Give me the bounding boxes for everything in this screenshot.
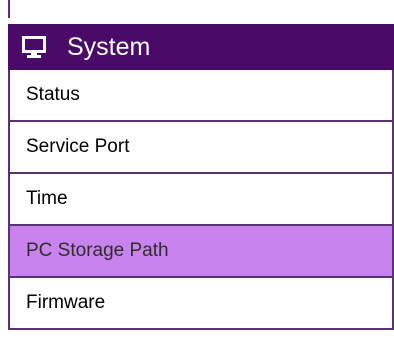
menu-item-status[interactable]: Status <box>10 70 392 122</box>
menu-item-firmware[interactable]: Firmware <box>10 278 392 330</box>
menu-item-service-port[interactable]: Service Port <box>10 122 392 174</box>
monitor-icon <box>22 35 46 59</box>
menu-list: Status Service Port Time PC Storage Path… <box>8 70 394 330</box>
menu-header-system[interactable]: System <box>8 24 394 70</box>
menu-item-time[interactable]: Time <box>10 174 392 226</box>
menu-item-pc-storage-path[interactable]: PC Storage Path <box>10 226 392 278</box>
system-menu: System Status Service Port Time PC Stora… <box>8 24 394 330</box>
menu-header-title: System <box>67 32 151 61</box>
top-divider <box>8 0 10 18</box>
page: System Status Service Port Time PC Stora… <box>0 0 394 342</box>
